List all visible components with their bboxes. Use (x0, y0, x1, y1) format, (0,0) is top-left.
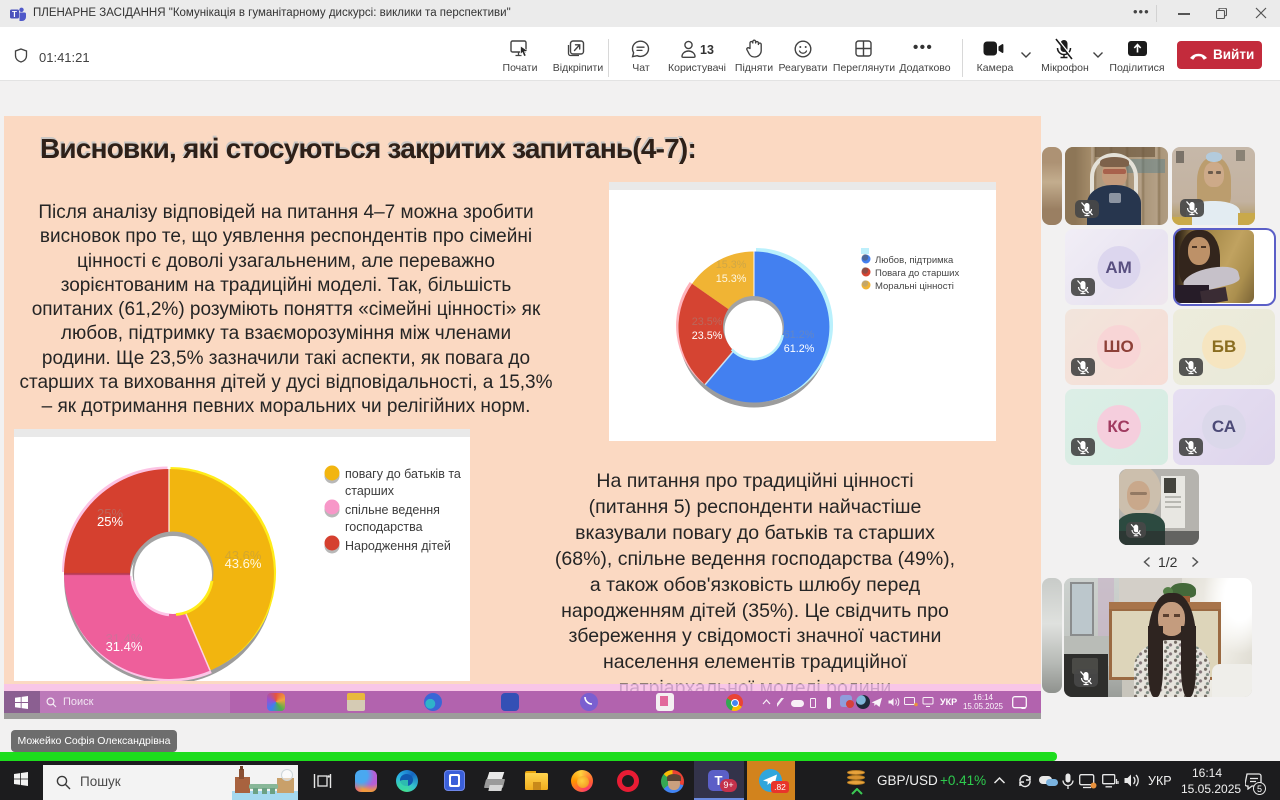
svg-text:старших: старших (345, 484, 395, 498)
svg-text:23.5%: 23.5% (692, 330, 723, 342)
svg-text:15.3%: 15.3% (716, 273, 747, 285)
svg-text:23.5%: 23.5% (692, 316, 723, 328)
svg-text:повагу до батьків та: повагу до батьків та (345, 467, 461, 481)
svg-text:Народження дітей: Народження дітей (345, 539, 451, 553)
svg-text:господарства: господарства (345, 520, 423, 534)
svg-text:31.4%: 31.4% (106, 639, 143, 654)
svg-text:43.6%: 43.6% (225, 556, 262, 571)
svg-text:61.2%: 61.2% (784, 329, 815, 341)
svg-text:61.2%: 61.2% (784, 343, 815, 355)
svg-text:Любов, підтримка: Любов, підтримка (875, 255, 954, 266)
svg-text:15.3%: 15.3% (716, 259, 747, 271)
svg-text:Моральні цінності: Моральні цінності (875, 281, 954, 292)
svg-text:спільне ведення: спільне ведення (345, 503, 440, 517)
svg-text:25%: 25% (97, 514, 123, 529)
svg-text:Повага до старших: Повага до старших (875, 268, 959, 279)
svg-text:T: T (12, 10, 17, 19)
